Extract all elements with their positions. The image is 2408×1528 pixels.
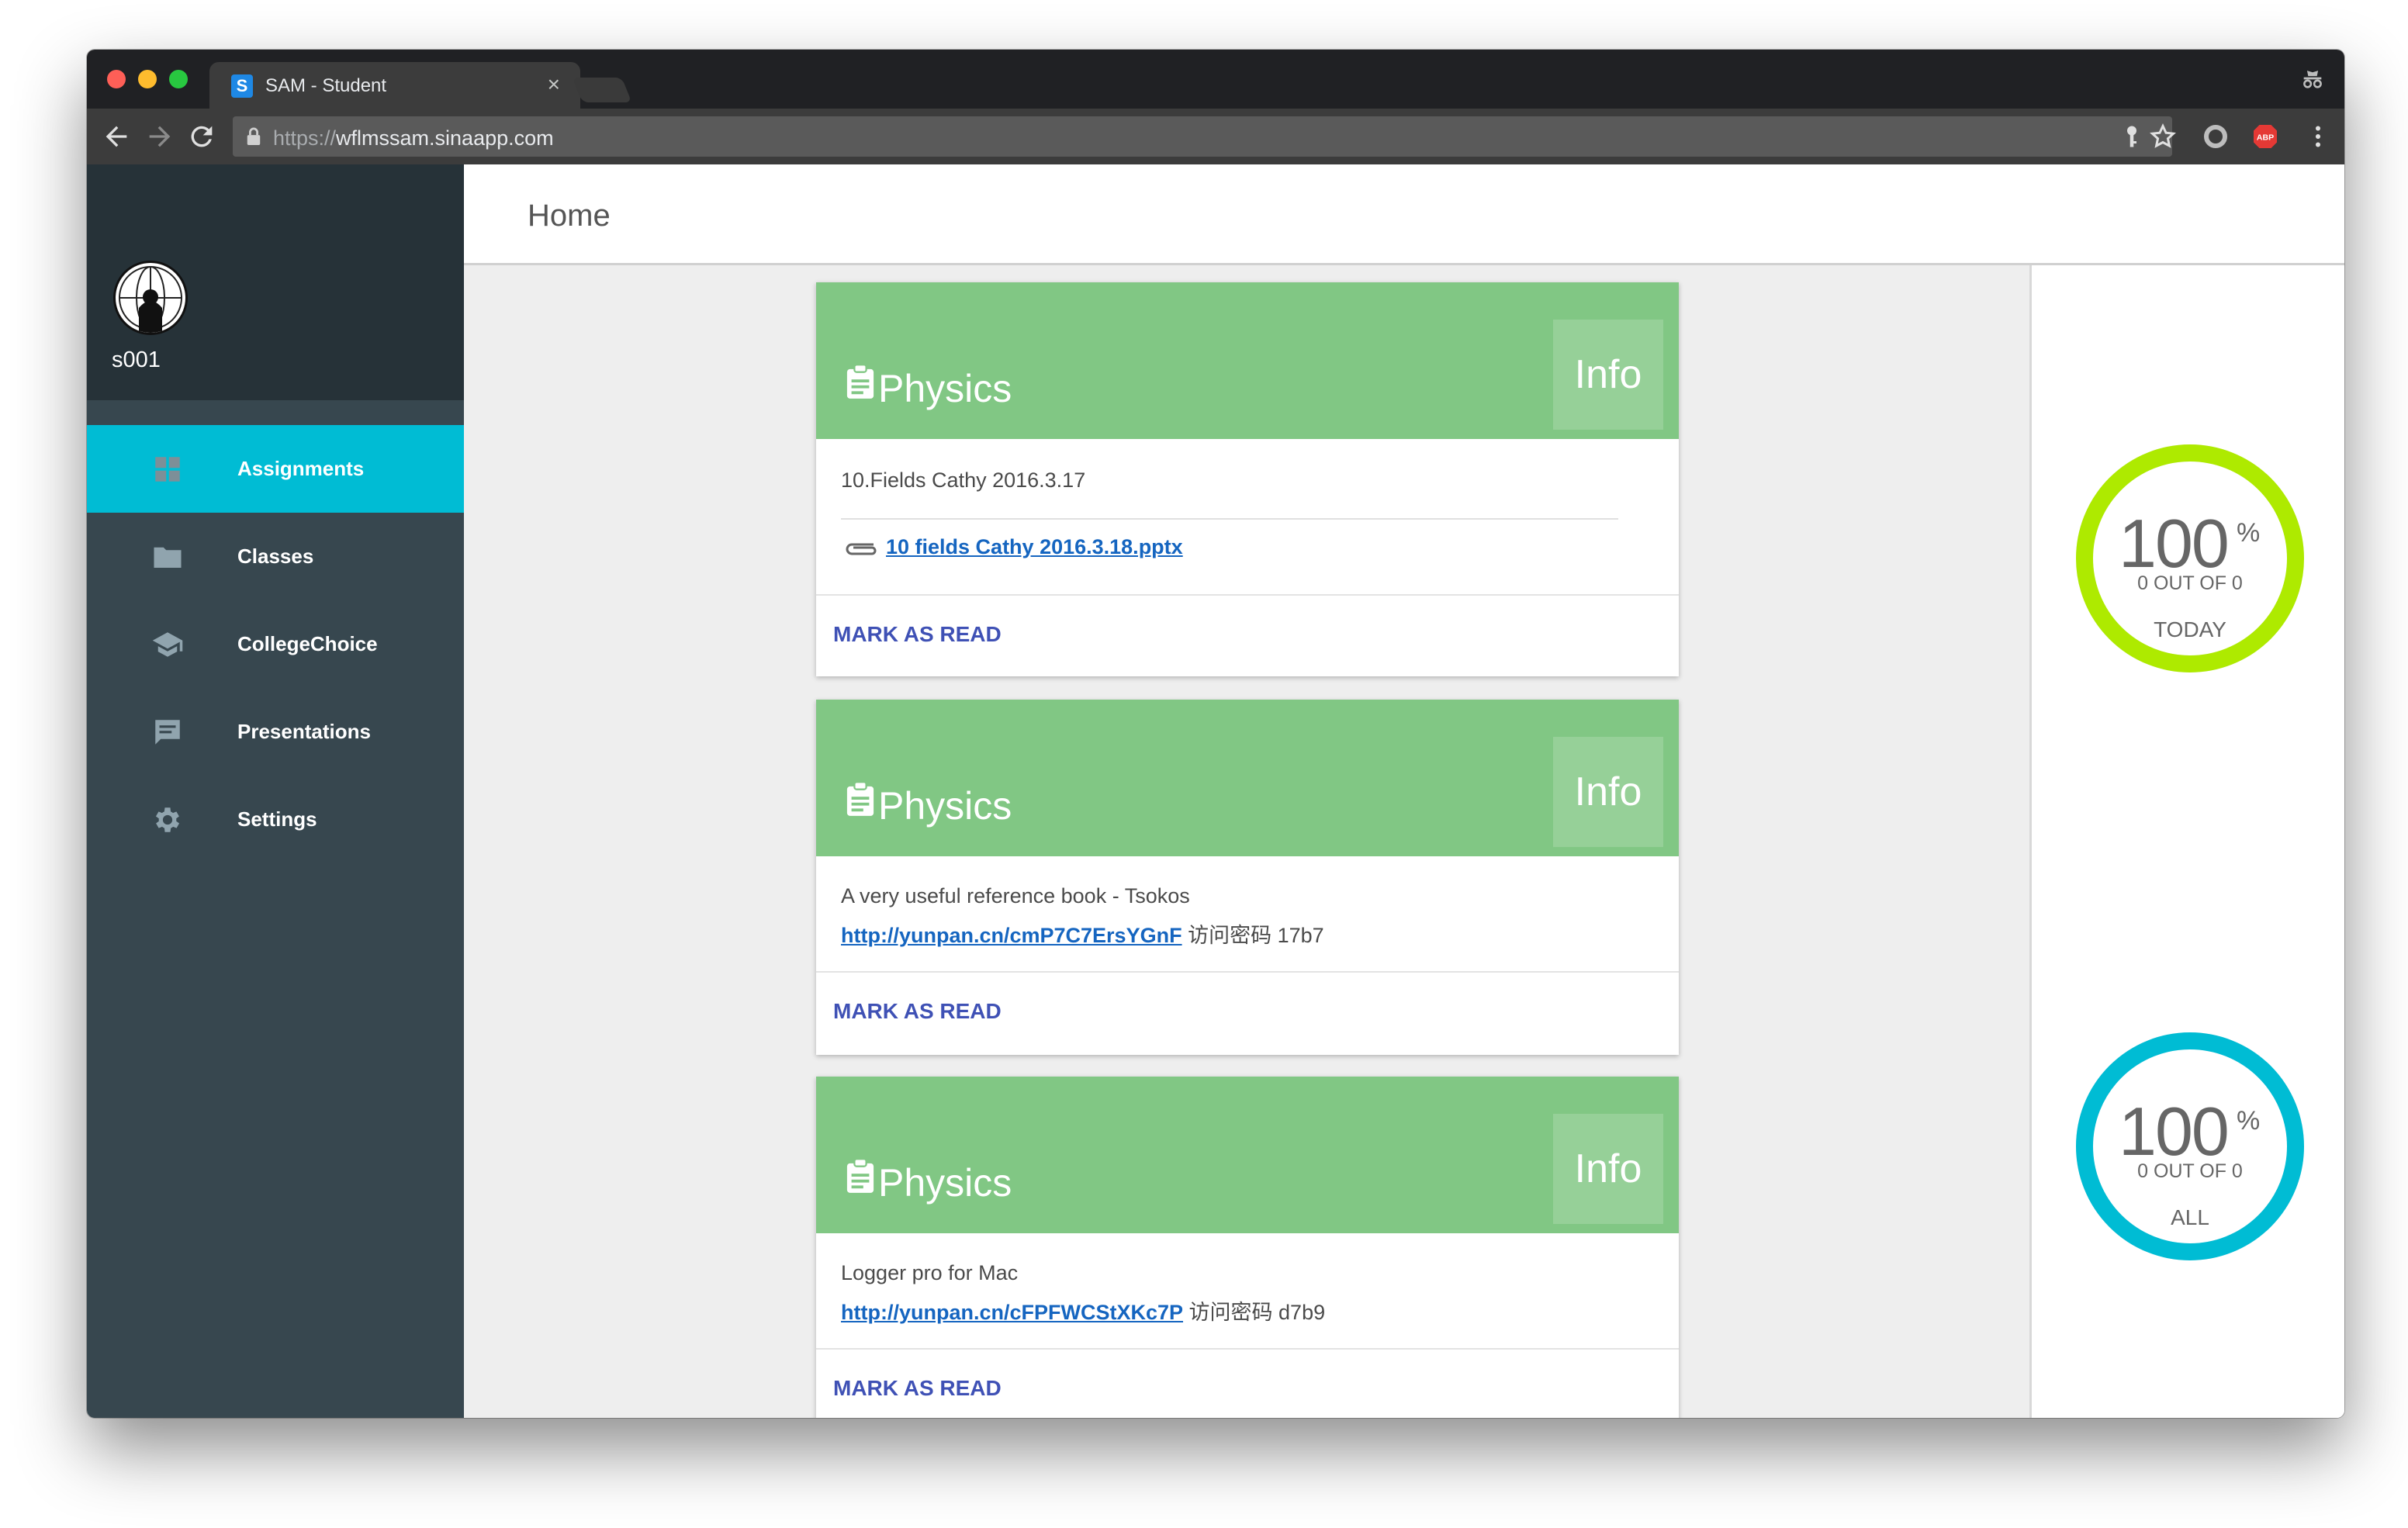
card-subject: Physics <box>878 784 1012 828</box>
card-text: A very useful reference book - Tsokos <box>841 884 1190 907</box>
incognito-icon[interactable] <box>2299 65 2326 92</box>
attachment-link[interactable]: 10 fields Cathy 2016.3.18.pptx <box>886 535 1183 559</box>
ring-label: ALL <box>2171 1205 2209 1229</box>
sidebar-item-settings[interactable]: Settings <box>87 776 464 863</box>
assignment-card: Physics Info Logger pro for Mac http://y… <box>816 1077 1679 1418</box>
sidebar-item-label: Assignments <box>237 457 365 480</box>
browser-titlebar: S SAM - Student × <box>87 50 2344 109</box>
card-subject: Physics <box>878 1161 1012 1205</box>
clipboard-icon <box>846 365 874 399</box>
main-content: Physics Info 10.Fields Cathy 2016.3.17 1… <box>464 265 2029 1418</box>
app-root: s001 Assignments Classes CollegeChoice P… <box>87 164 2344 1418</box>
extension-circle-icon[interactable] <box>2202 123 2230 150</box>
card-body: A very useful reference book - Tsokos ht… <box>816 856 1679 973</box>
info-badge: Info <box>1553 1114 1663 1224</box>
card-text: Logger pro for Mac <box>841 1261 1019 1284</box>
mark-as-read-button[interactable]: MARK AS READ <box>833 1376 1002 1401</box>
card-link-line: http://yunpan.cn/cmP7C7ErsYGnF 访问密码 17b7 <box>841 918 1324 949</box>
progress-ring-today: 100 % 0 OUT OF 0 TODAY <box>2074 442 2306 675</box>
card-body: 10.Fields Cathy 2016.3.17 10 fields Cath… <box>816 439 1679 596</box>
sidebar-item-classes[interactable]: Classes <box>87 513 464 600</box>
assignment-card: Physics Info A very useful reference boo… <box>816 700 1679 1055</box>
ring-percent-sign: % <box>2237 1106 2261 1136</box>
attachment-icon <box>846 543 877 555</box>
mark-as-read-button[interactable]: MARK AS READ <box>833 999 1002 1024</box>
chat-bubble-icon <box>155 720 180 745</box>
ring-percent-sign: % <box>2237 518 2261 548</box>
assignment-card: Physics Info 10.Fields Cathy 2016.3.17 1… <box>816 282 1679 676</box>
star-bookmark-icon[interactable] <box>2149 123 2177 150</box>
ring-percent: 100 <box>2119 505 2230 582</box>
card-header: Physics Info <box>816 700 1679 856</box>
info-badge: Info <box>1553 320 1663 430</box>
more-menu-icon[interactable] <box>2304 123 2332 150</box>
progress-ring-all: 100 % 0 OUT OF 0 ALL <box>2074 1030 2306 1263</box>
maximize-window-button[interactable] <box>169 70 188 88</box>
sidebar-item-label: Classes <box>237 544 314 568</box>
card-header: Physics Info <box>816 282 1679 439</box>
key-icon[interactable] <box>2118 123 2146 150</box>
clipboard-icon <box>846 782 874 816</box>
card-subject: Physics <box>878 367 1012 410</box>
minimize-window-button[interactable] <box>138 70 157 88</box>
page-title: Home <box>528 199 611 233</box>
browser-toolbar: https://wflmssam.sinaapp.com ABP <box>87 109 2344 164</box>
gear-icon <box>155 807 180 832</box>
avatar-globe-icon <box>119 266 182 333</box>
access-code: 访问密码 17b7 <box>1182 924 1324 947</box>
sidebar-item-assignments[interactable]: Assignments <box>87 425 464 513</box>
username: s001 <box>112 347 161 372</box>
access-code: 访问密码 d7b9 <box>1183 1301 1326 1324</box>
browser-window: S SAM - Student × https://wflmssam.sinaa… <box>87 50 2344 1418</box>
card-text: 10.Fields Cathy 2016.3.17 <box>841 468 1086 492</box>
sidebar-menu: Assignments Classes CollegeChoice Presen… <box>87 425 464 863</box>
folder-icon <box>154 547 182 568</box>
ring-percent: 100 <box>2119 1093 2230 1170</box>
page-header: Home <box>464 164 2344 265</box>
stats-panel: 100 % 0 OUT OF 0 TODAY 100 % 0 OUT OF 0 … <box>2029 265 2344 1418</box>
svg-text:ABP: ABP <box>2257 133 2274 143</box>
tab-close-icon[interactable]: × <box>548 73 560 96</box>
share-link[interactable]: http://yunpan.cn/cmP7C7ErsYGnF <box>841 924 1182 947</box>
sidebar: s001 Assignments Classes CollegeChoice P… <box>87 164 464 1418</box>
profile-section: s001 <box>87 164 464 400</box>
new-tab-button[interactable] <box>572 78 632 102</box>
adblock-icon[interactable]: ABP <box>2251 123 2279 150</box>
browser-tab[interactable]: S SAM - Student × <box>209 62 580 109</box>
sidebar-item-label: Settings <box>237 807 317 831</box>
lock-icon <box>247 127 261 145</box>
forward-arrow-icon[interactable] <box>144 121 175 152</box>
card-divider <box>841 518 1618 520</box>
sidebar-item-presentations[interactable]: Presentations <box>87 688 464 776</box>
back-arrow-icon[interactable] <box>101 121 132 152</box>
close-window-button[interactable] <box>107 70 126 88</box>
dashboard-icon <box>155 457 180 482</box>
address-bar[interactable]: https://wflmssam.sinaapp.com <box>233 116 2172 157</box>
share-link[interactable]: http://yunpan.cn/cFPFWCStXKc7P <box>841 1301 1183 1324</box>
graduation-cap-icon <box>152 632 183 657</box>
card-link-line: http://yunpan.cn/cFPFWCStXKc7P 访问密码 d7b9 <box>841 1295 1325 1326</box>
avatar[interactable] <box>113 261 188 335</box>
reload-icon[interactable] <box>186 121 217 152</box>
url-text: https://wflmssam.sinaapp.com <box>273 126 554 150</box>
sidebar-item-label: Presentations <box>237 720 371 743</box>
mark-as-read-button[interactable]: MARK AS READ <box>833 622 1002 647</box>
card-header: Physics Info <box>816 1077 1679 1233</box>
info-badge: Info <box>1553 737 1663 847</box>
card-body: Logger pro for Mac http://yunpan.cn/cFPF… <box>816 1233 1679 1350</box>
favicon-icon: S <box>231 74 253 98</box>
sidebar-item-collegechoice[interactable]: CollegeChoice <box>87 600 464 688</box>
tab-title: SAM - Student <box>265 75 387 96</box>
ring-count: 0 OUT OF 0 <box>2137 572 2243 594</box>
clipboard-icon <box>846 1159 874 1193</box>
sidebar-item-label: CollegeChoice <box>237 632 378 655</box>
ring-count: 0 OUT OF 0 <box>2137 1160 2243 1182</box>
ring-label: TODAY <box>2154 617 2226 641</box>
